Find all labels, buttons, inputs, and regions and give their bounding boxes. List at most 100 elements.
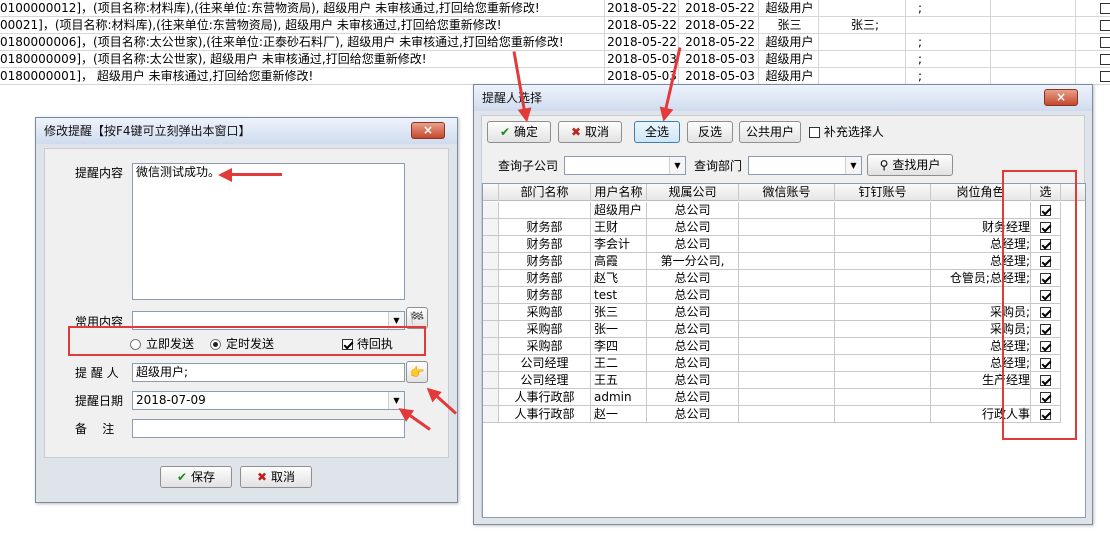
company-filter-select[interactable]: ▼: [564, 156, 686, 175]
checkbox-icon[interactable]: [1040, 409, 1051, 420]
checkbox-icon[interactable]: [1040, 290, 1051, 301]
table-row[interactable]: 财务部 王财 总公司 财务经理: [483, 219, 1085, 236]
save-button[interactable]: ✔ 保存: [160, 466, 232, 488]
checkbox-icon[interactable]: [1040, 324, 1051, 335]
radio-now[interactable]: 立即发送: [130, 336, 194, 352]
select-cell[interactable]: [1031, 304, 1061, 321]
date-input[interactable]: 2018-07-09 ▼: [132, 391, 405, 410]
cancel-button[interactable]: ✖ 取消: [558, 121, 622, 143]
note-input[interactable]: [132, 419, 405, 438]
checkbox-icon[interactable]: [1040, 375, 1051, 386]
row-indicator[interactable]: [483, 372, 499, 389]
column-header[interactable]: 钉钉账号: [835, 184, 931, 201]
select-cell[interactable]: [1031, 202, 1061, 219]
column-header[interactable]: 规属公司: [647, 184, 739, 201]
column-header[interactable]: 微信账号: [739, 184, 835, 201]
select-cell[interactable]: [1031, 253, 1061, 270]
checkbox-icon[interactable]: [1100, 3, 1110, 14]
table-row[interactable]: 采购部 张一 总公司 采购员;: [483, 321, 1085, 338]
row-indicator[interactable]: [483, 389, 499, 406]
row-indicator[interactable]: [483, 270, 499, 287]
close-icon[interactable]: ×: [1044, 89, 1078, 106]
common-content-pick-button[interactable]: 🏁: [406, 307, 428, 329]
checkbox-icon[interactable]: [1100, 71, 1110, 82]
select-cell[interactable]: [1031, 321, 1061, 338]
radio-now-icon[interactable]: [130, 339, 141, 350]
dept-filter-select[interactable]: ▼: [748, 156, 862, 175]
table-row[interactable]: 公司经理 王五 总公司 生产经理: [483, 372, 1085, 389]
chevron-down-icon[interactable]: ▼: [388, 312, 404, 329]
checkbox-icon[interactable]: [1040, 341, 1051, 352]
column-header[interactable]: 部门名称: [499, 184, 591, 201]
row-indicator[interactable]: [483, 219, 499, 236]
invert-button[interactable]: 反选: [687, 121, 733, 143]
row-indicator[interactable]: [483, 406, 499, 423]
checkbox-icon[interactable]: [1040, 273, 1051, 284]
chevron-down-icon[interactable]: ▼: [669, 157, 685, 174]
column-header[interactable]: 用户名称: [591, 184, 647, 201]
checkbox-icon[interactable]: [1100, 20, 1110, 31]
supplement-checkbox[interactable]: 补充选择人: [809, 124, 884, 140]
select-cell[interactable]: [1031, 355, 1061, 372]
row-indicator[interactable]: [483, 304, 499, 321]
table-row[interactable]: 财务部 李会计 总公司 总经理;: [483, 236, 1085, 253]
checkbox-icon[interactable]: [1040, 222, 1051, 233]
checkbox-icon[interactable]: [342, 339, 353, 350]
cancel-button[interactable]: ✖ 取消: [240, 466, 312, 488]
row-indicator[interactable]: [483, 202, 499, 219]
checkbox-icon[interactable]: [1040, 392, 1051, 403]
chevron-down-icon[interactable]: ▼: [388, 392, 404, 409]
table-row[interactable]: 公司经理 王二 总公司 总经理;: [483, 355, 1085, 372]
common-content-select[interactable]: ▼: [132, 311, 405, 330]
row-indicator[interactable]: [483, 236, 499, 253]
checkbox-icon[interactable]: [1040, 307, 1051, 318]
reminder-input[interactable]: 超级用户;: [132, 363, 405, 382]
row-indicator[interactable]: [483, 287, 499, 304]
table-row[interactable]: 采购部 李四 总公司 总经理;: [483, 338, 1085, 355]
checkbox-icon[interactable]: [809, 127, 820, 138]
list-item[interactable]: 0180000001]， 超级用户 未审核通过,打回给您重新修改! 2018-05…: [0, 68, 1110, 85]
radio-timed-icon[interactable]: [210, 339, 221, 350]
checkbox-icon[interactable]: [1040, 205, 1051, 216]
select-cell[interactable]: [1031, 287, 1061, 304]
radio-timed[interactable]: 定时发送: [210, 336, 274, 352]
list-item[interactable]: 0180000009]，(项目名称:太公世家), 超级用户 未审核通过,打回给您…: [0, 51, 1110, 68]
chevron-down-icon[interactable]: ▼: [845, 157, 861, 174]
list-item[interactable]: 0100000012]，(项目名称:材料库),(往来单位:东营物资局), 超级用…: [0, 0, 1110, 17]
list-item[interactable]: 0180000006]，(项目名称:太公世家),(往来单位:正泰砂石料厂), 超…: [0, 34, 1110, 51]
select-cell[interactable]: [1031, 406, 1061, 423]
list-item[interactable]: 00021]，(项目名称:材料库),(往来单位:东营物资局), 超级用户 未审核…: [0, 17, 1110, 34]
row-indicator[interactable]: [483, 253, 499, 270]
row-indicator[interactable]: [483, 355, 499, 372]
await-receipt-checkbox[interactable]: 待回执: [342, 336, 393, 352]
select-cell[interactable]: [1031, 236, 1061, 253]
table-row[interactable]: 财务部 高霞 第一分公司, 总经理;: [483, 253, 1085, 270]
select-cell[interactable]: [1031, 270, 1061, 287]
checkbox-icon[interactable]: [1100, 37, 1110, 48]
column-header[interactable]: 岗位角色: [931, 184, 1031, 201]
public-user-button[interactable]: 公共用户: [739, 121, 801, 143]
checkbox-icon[interactable]: [1040, 256, 1051, 267]
table-row[interactable]: 采购部 张三 总公司 采购员;: [483, 304, 1085, 321]
table-row[interactable]: 人事行政部 赵一 总公司 行政人事: [483, 406, 1085, 423]
select-cell[interactable]: [1031, 389, 1061, 406]
row-indicator[interactable]: [483, 338, 499, 355]
close-icon[interactable]: ×: [411, 122, 445, 139]
table-row[interactable]: 财务部 test 总公司: [483, 287, 1085, 304]
select-cell[interactable]: [1031, 219, 1061, 236]
select-all-button[interactable]: 全选: [634, 121, 680, 143]
content-textarea[interactable]: 微信测试成功。: [132, 163, 405, 300]
select-cell[interactable]: [1031, 372, 1061, 389]
find-user-button[interactable]: ⚲ 查找用户: [867, 154, 953, 176]
table-row[interactable]: 人事行政部 admin 总公司: [483, 389, 1085, 406]
table-row[interactable]: 财务部 赵飞 总公司 仓管员;总经理;: [483, 270, 1085, 287]
column-header[interactable]: 选: [1031, 184, 1061, 201]
select-cell[interactable]: [1031, 338, 1061, 355]
checkbox-icon[interactable]: [1040, 358, 1051, 369]
table-row[interactable]: 超级用户 总公司: [483, 202, 1085, 219]
row-indicator[interactable]: [483, 321, 499, 338]
checkbox-icon[interactable]: [1100, 54, 1110, 65]
confirm-button[interactable]: ✔ 确定: [487, 121, 551, 143]
checkbox-icon[interactable]: [1040, 239, 1051, 250]
select-reminder-button[interactable]: 👉: [406, 361, 428, 383]
